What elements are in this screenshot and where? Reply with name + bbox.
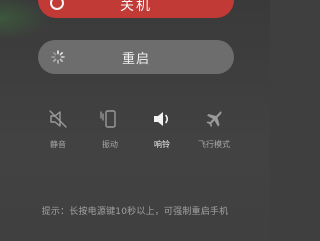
toggle-mute[interactable]: 静音 (28, 108, 88, 150)
loading-spinner-icon (51, 50, 65, 64)
ring-icon (154, 112, 169, 126)
restart-label: 重启 (121, 51, 150, 67)
mute-icon (49, 110, 67, 128)
power-menu-screen: 关机 重启 静音 振动 响铃 飞行模式 提示：长按电源键10秒以上，可强制重启手… (0, 0, 270, 241)
airplane-icon (206, 111, 222, 127)
power-off-label: 关机 (120, 0, 152, 14)
power-icon (50, 0, 64, 10)
toggle-ring[interactable]: 响铃 (132, 108, 192, 150)
toggle-vibrate-label: 振动 (102, 140, 118, 149)
toggle-mute-label: 静音 (50, 140, 66, 149)
toggle-ring-label: 响铃 (154, 140, 170, 149)
sound-mode-toggles: 静音 振动 响铃 飞行模式 (0, 108, 270, 158)
power-off-button[interactable]: 关机 (38, 0, 234, 18)
restart-button[interactable]: 重启 (38, 40, 234, 74)
toggle-vibrate[interactable]: 振动 (80, 108, 140, 150)
toggle-airplane[interactable]: 飞行模式 (184, 108, 244, 150)
vibrate-icon (100, 110, 116, 128)
force-restart-hint: 提示：长按电源键10秒以上，可强制重启手机 (41, 207, 229, 217)
toggle-airplane-label: 飞行模式 (198, 140, 230, 149)
